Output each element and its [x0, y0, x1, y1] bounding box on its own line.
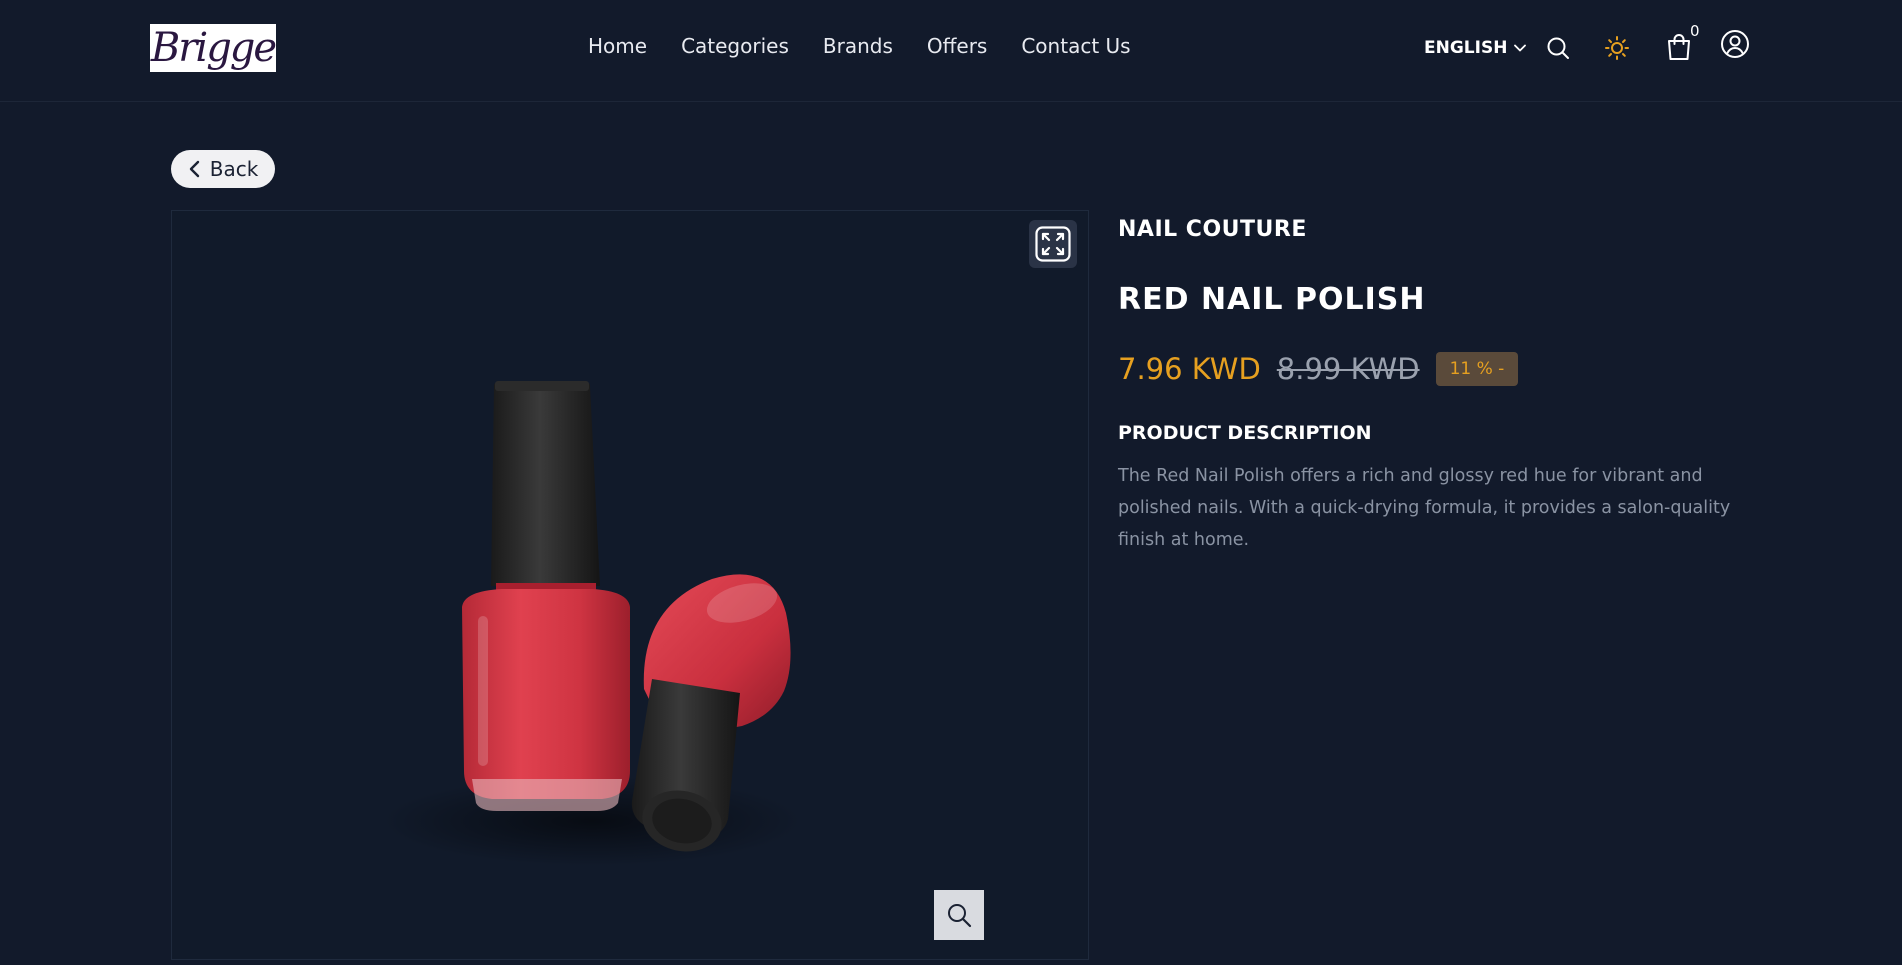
description-text: The Red Nail Polish offers a rich and gl… — [1118, 466, 1731, 550]
description-heading: PRODUCT DESCRIPTION — [1118, 422, 1372, 444]
sun-icon[interactable] — [1603, 34, 1631, 62]
magnifier-icon — [948, 904, 972, 928]
nav-categories[interactable]: Categories — [681, 34, 789, 58]
logo-text: Brigge — [150, 25, 276, 71]
language-selector[interactable]: ENGLISH — [1424, 38, 1527, 58]
nav-home[interactable]: Home — [588, 34, 647, 58]
brand-logo[interactable]: Brigge — [150, 24, 276, 72]
back-button[interactable]: Back — [171, 150, 275, 188]
nav-contact-us[interactable]: Contact Us — [1021, 34, 1130, 58]
search-icon[interactable] — [1544, 34, 1572, 62]
user-circle-icon[interactable] — [1720, 29, 1750, 59]
fullscreen-button[interactable] — [1029, 220, 1077, 268]
discount-badge: 11 % - — [1435, 352, 1519, 386]
nav-offers[interactable]: Offers — [927, 34, 987, 58]
product-image — [382, 381, 802, 866]
cart-count-badge: 0 — [1690, 22, 1700, 40]
zoom-button[interactable] — [934, 890, 984, 940]
product-image-panel — [171, 210, 1089, 960]
chevron-left-icon — [189, 160, 199, 178]
site-header: Brigge Home Categories Brands Offers Con… — [0, 0, 1902, 102]
expand-icon — [1035, 226, 1071, 262]
language-label: ENGLISH — [1424, 38, 1508, 58]
chevron-down-icon — [1514, 44, 1527, 52]
back-label: Back — [209, 157, 259, 181]
current-price: 7.96 KWD — [1118, 352, 1261, 386]
price-row: 7.96 KWD 8.99 KWD 11 % - — [1118, 352, 1519, 386]
nav-brands[interactable]: Brands — [823, 34, 893, 58]
product-title: RED NAIL POLISH — [1118, 282, 1426, 317]
main-nav: Home Categories Brands Offers Contact Us — [588, 34, 1131, 58]
original-price: 8.99 KWD — [1276, 352, 1420, 386]
product-brand[interactable]: NAIL COUTURE — [1118, 217, 1307, 242]
